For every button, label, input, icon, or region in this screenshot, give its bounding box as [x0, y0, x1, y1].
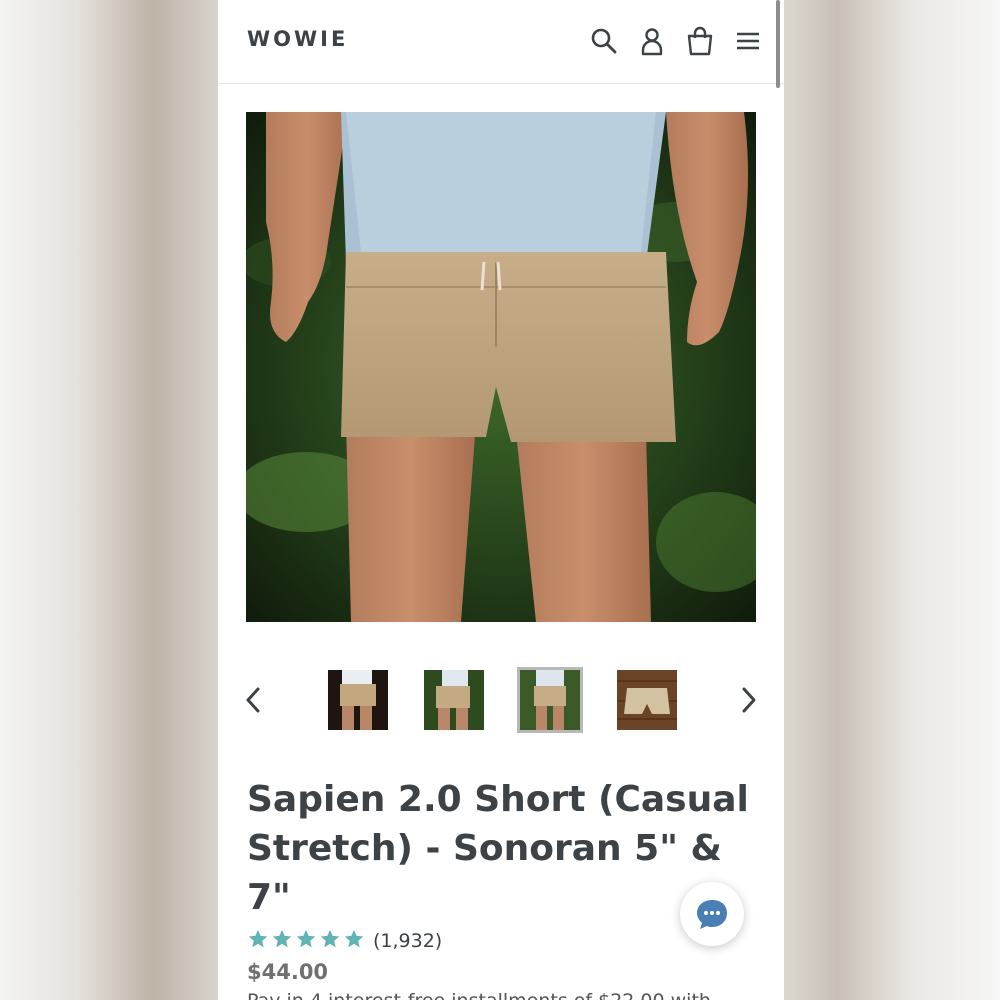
cart-icon[interactable]	[684, 24, 716, 58]
background-left	[0, 0, 218, 1000]
chat-icon	[697, 900, 727, 929]
site-logo[interactable]: WOWIE	[247, 27, 348, 51]
product-price: $44.00	[247, 960, 329, 984]
review-count[interactable]: (1,932)	[373, 930, 442, 952]
thumbnail-1[interactable]	[328, 670, 388, 730]
thumbnail-2[interactable]	[424, 670, 484, 730]
product-title: Sapien 2.0 Short (Casual Stretch) - Sono…	[247, 779, 749, 918]
thumbnail-carousel	[218, 660, 784, 740]
thumbnail-4[interactable]	[617, 670, 677, 730]
account-icon[interactable]	[636, 24, 668, 58]
product-main-image[interactable]	[246, 112, 756, 622]
thumbnail-3[interactable]	[517, 667, 583, 733]
star-icon	[344, 929, 364, 947]
search-icon[interactable]	[588, 24, 620, 58]
star-icon	[320, 929, 340, 947]
menu-icon[interactable]	[732, 24, 764, 58]
installments-text: Pay in 4 interest-free installments of $…	[247, 990, 711, 1000]
mobile-page: WOWIE Sapien 2.0 Short (Casual Stretch) …	[218, 0, 784, 1000]
star-icon	[296, 929, 316, 947]
star-icon	[272, 929, 292, 947]
star-icon	[248, 929, 268, 947]
site-header: WOWIE	[218, 0, 784, 84]
background-right	[784, 0, 1000, 1000]
chat-button[interactable]	[680, 882, 744, 946]
chevron-left-icon[interactable]	[238, 682, 268, 718]
chevron-right-icon[interactable]	[734, 682, 764, 718]
page-scrollbar[interactable]	[776, 0, 780, 88]
rating-stars	[247, 928, 367, 955]
product-rating[interactable]: (1,932)	[247, 929, 442, 953]
